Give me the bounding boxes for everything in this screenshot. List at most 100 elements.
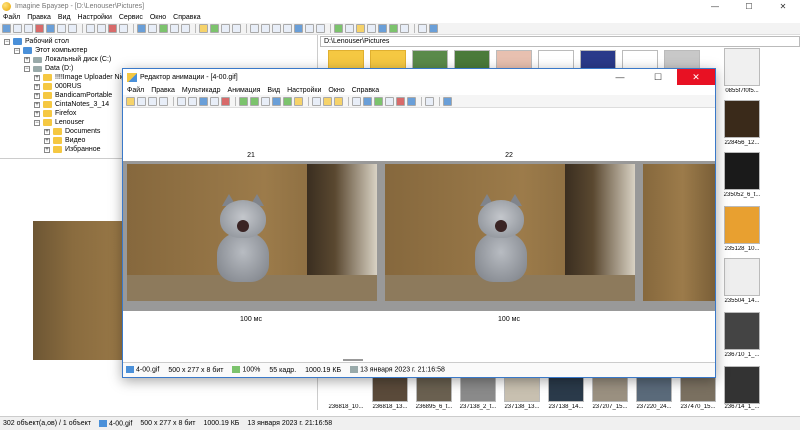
thumbnail-image[interactable] xyxy=(636,376,672,402)
layout-icon[interactable] xyxy=(352,96,361,106)
resize-icon[interactable] xyxy=(374,96,383,106)
resize-grip[interactable] xyxy=(343,359,363,361)
dialog-menu-view[interactable]: Вид xyxy=(267,87,280,94)
thumbnail-image[interactable] xyxy=(460,376,496,402)
slideshow-icon[interactable] xyxy=(159,24,168,33)
thumbnail-image[interactable] xyxy=(724,206,760,244)
menu-help[interactable]: Справка xyxy=(173,14,200,21)
tree-item-this-pc[interactable]: − Этот компьютер xyxy=(14,46,87,55)
cut-icon[interactable] xyxy=(199,96,208,106)
save-icon[interactable] xyxy=(137,96,146,106)
paste-icon[interactable] xyxy=(97,24,106,33)
convert-icon[interactable] xyxy=(210,24,219,33)
layout-icon[interactable] xyxy=(250,24,259,33)
minimize-icon[interactable]: — xyxy=(698,2,732,11)
copy-icon[interactable] xyxy=(86,24,95,33)
collapse-icon[interactable]: − xyxy=(4,38,10,45)
close-icon[interactable]: ✕ xyxy=(766,2,800,11)
thumbnail-image[interactable] xyxy=(548,376,584,402)
menu-settings[interactable]: Настройки xyxy=(78,14,112,21)
gallery-icon[interactable] xyxy=(378,24,387,33)
dialog-menu-animation[interactable]: Анимация xyxy=(228,87,261,94)
options-icon[interactable] xyxy=(400,24,409,33)
large-icons-icon[interactable] xyxy=(294,24,303,33)
thumbnail-image[interactable] xyxy=(724,152,760,190)
dialog-menu-multiframe[interactable]: Мультикадр xyxy=(182,87,221,94)
step-icon[interactable] xyxy=(323,96,332,106)
tree-item-documents[interactable]: + Documents xyxy=(44,127,100,136)
properties-icon[interactable] xyxy=(119,24,128,33)
menu-edit[interactable]: Правка xyxy=(27,14,51,21)
crop-icon[interactable] xyxy=(367,24,376,33)
dialog-menu-file[interactable]: Файл xyxy=(127,87,144,94)
expand-icon[interactable]: + xyxy=(34,110,40,117)
move-frame-icon[interactable] xyxy=(272,96,281,106)
rotate-right-icon[interactable] xyxy=(181,24,190,33)
thumbnail-image[interactable] xyxy=(680,376,716,402)
thumbnail-image[interactable] xyxy=(724,48,760,86)
effects-icon[interactable] xyxy=(385,96,394,106)
tree-item-drive-d[interactable]: − Data (D:) xyxy=(24,64,73,73)
tree-item-desktop[interactable]: − Рабочий стол xyxy=(4,37,69,46)
dialog-titlebar[interactable]: Редактор анимации - [4-00.gif] — ☐ ✕ xyxy=(123,69,715,85)
expand-icon[interactable]: + xyxy=(44,137,50,144)
help-icon[interactable] xyxy=(443,96,452,106)
browse-icon[interactable] xyxy=(46,24,55,33)
thumbnail-image[interactable] xyxy=(416,376,452,402)
view-icon[interactable] xyxy=(137,24,146,33)
open-icon[interactable] xyxy=(2,24,11,33)
thumbnail-image[interactable] xyxy=(372,376,408,402)
thumbnail-image[interactable] xyxy=(592,376,628,402)
minimize-icon[interactable]: — xyxy=(601,72,639,82)
refresh-icon[interactable] xyxy=(13,24,22,33)
dialog-menu-settings[interactable]: Настройки xyxy=(287,87,321,94)
thumbnail-image[interactable] xyxy=(724,366,760,404)
optimize-icon[interactable] xyxy=(396,96,405,106)
home-icon[interactable] xyxy=(24,24,33,33)
maximize-icon[interactable]: ☐ xyxy=(639,72,677,83)
thumbnail-image[interactable] xyxy=(504,376,540,402)
expand-icon[interactable]: + xyxy=(34,92,40,99)
animation-frame[interactable] xyxy=(385,164,635,301)
tree-item-lenouser[interactable]: − Lenouser xyxy=(34,118,84,127)
details-icon[interactable] xyxy=(283,24,292,33)
collapse-icon[interactable]: − xyxy=(14,47,20,54)
tools-icon[interactable] xyxy=(418,24,427,33)
thumbnail-image[interactable] xyxy=(724,312,760,350)
animation-frame[interactable] xyxy=(643,164,715,301)
folder-icon[interactable] xyxy=(199,24,208,33)
path-field[interactable]: D:\Lenouser\Pictures xyxy=(320,36,800,47)
thumbnail-image[interactable] xyxy=(724,258,760,296)
animation-frame[interactable] xyxy=(127,164,377,301)
filter-icon[interactable] xyxy=(316,24,325,33)
tree-item-favorites[interactable]: + Избранное xyxy=(44,145,100,154)
expand-icon[interactable]: + xyxy=(34,74,40,81)
collapse-icon[interactable]: − xyxy=(34,119,40,126)
tree-item-000rus[interactable]: +000RUS xyxy=(34,82,81,91)
insert-frame-icon[interactable] xyxy=(239,96,248,106)
menu-view[interactable]: Вид xyxy=(58,14,71,21)
tree-item-drive-c[interactable]: + Локальный диск (C:) xyxy=(24,55,111,64)
sort-icon[interactable] xyxy=(305,24,314,33)
play-icon[interactable] xyxy=(312,96,321,106)
rotate-left-icon[interactable] xyxy=(170,24,179,33)
thumbnails-icon[interactable] xyxy=(148,24,157,33)
expand-icon[interactable]: + xyxy=(34,83,40,90)
redo-icon[interactable] xyxy=(188,96,197,106)
compare-icon[interactable] xyxy=(345,24,354,33)
capture-icon[interactable] xyxy=(232,24,241,33)
stop-icon[interactable] xyxy=(35,24,44,33)
expand-icon[interactable]: + xyxy=(44,146,50,153)
dialog-menu-window[interactable]: Окно xyxy=(328,87,344,94)
menu-service[interactable]: Сервис xyxy=(119,14,143,21)
thumbnail-image[interactable] xyxy=(724,100,760,138)
print-icon[interactable] xyxy=(68,24,77,33)
tree-item-firefox[interactable]: + Firefox xyxy=(34,109,76,118)
tree-item-bandicam[interactable]: + BandicamPortable xyxy=(34,91,112,100)
stop-icon[interactable] xyxy=(334,96,343,106)
frame-properties-icon[interactable] xyxy=(283,96,292,106)
help-icon[interactable] xyxy=(429,24,438,33)
web-icon[interactable] xyxy=(389,24,398,33)
palette-icon[interactable] xyxy=(407,96,416,106)
edit-icon[interactable] xyxy=(356,24,365,33)
